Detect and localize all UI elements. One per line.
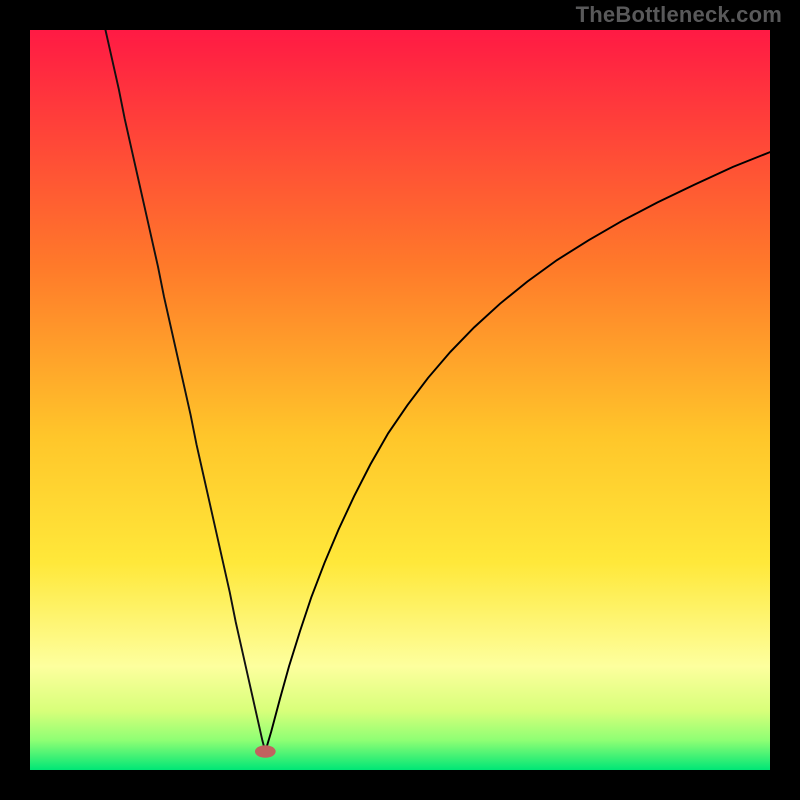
curve-right-branch: [265, 152, 770, 751]
gradient-background: [30, 30, 770, 770]
curve-left-branch: [105, 30, 265, 752]
vertex-marker: [255, 745, 276, 758]
plot-area: [30, 30, 770, 770]
chart-svg: [30, 30, 770, 770]
watermark-text: TheBottleneck.com: [576, 2, 782, 28]
chart-frame: TheBottleneck.com: [0, 0, 800, 800]
